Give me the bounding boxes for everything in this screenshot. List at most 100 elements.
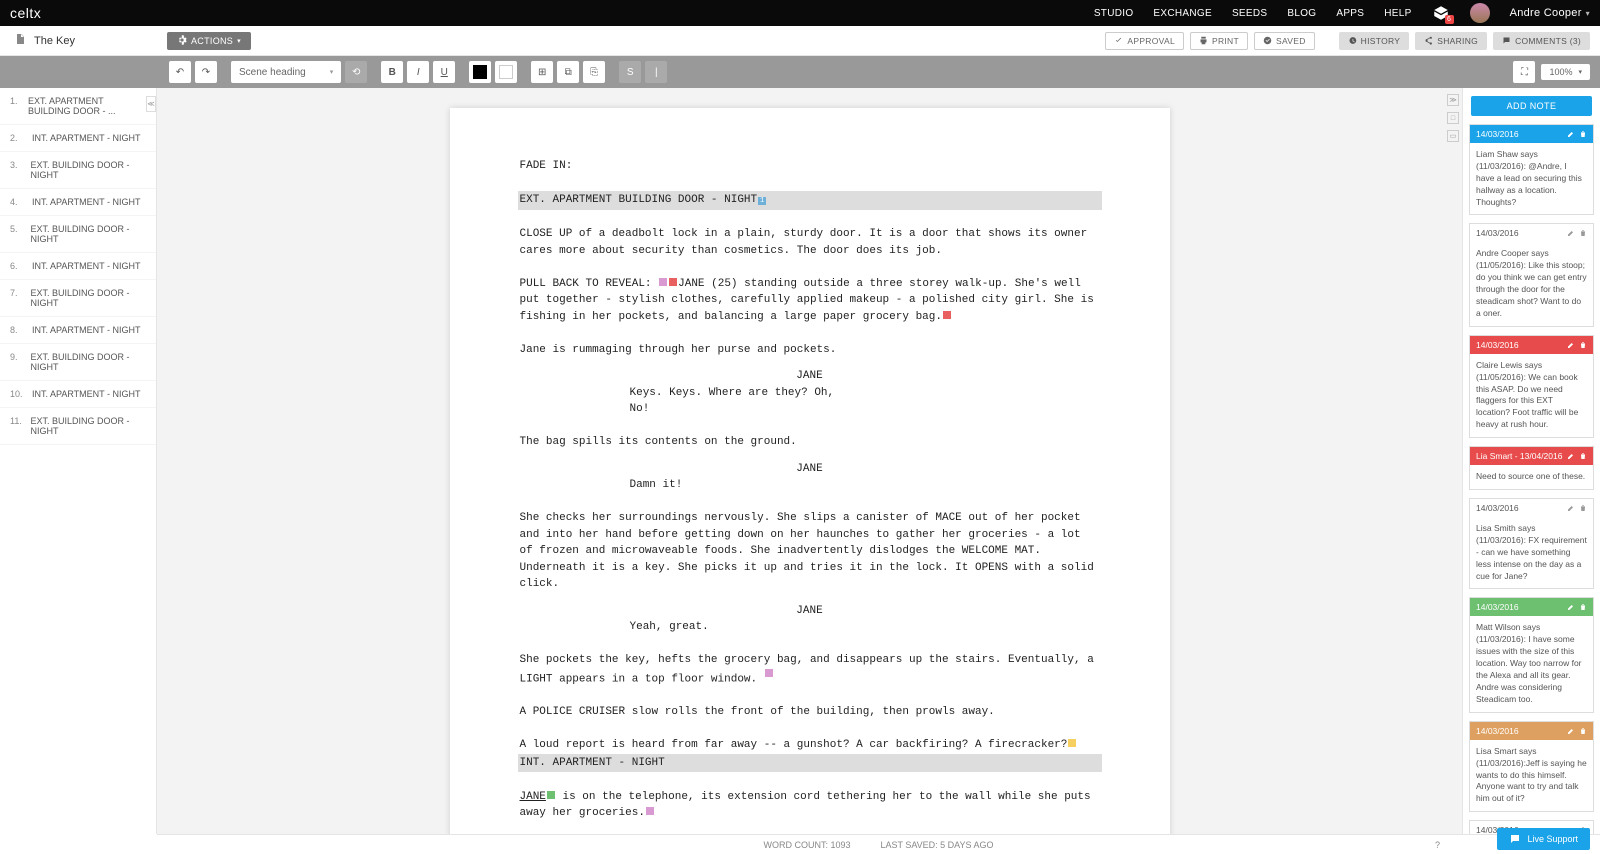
comments-icon[interactable]: ▭ bbox=[1447, 130, 1459, 142]
nav-exchange[interactable]: EXCHANGE bbox=[1153, 8, 1212, 19]
note-marker-icon[interactable]: 1 bbox=[758, 197, 766, 205]
bg-color-button[interactable] bbox=[495, 61, 517, 83]
underline-button[interactable]: U bbox=[433, 61, 455, 83]
note-body: Matt Wilson says (11/03/2016): I have so… bbox=[1470, 616, 1593, 711]
edit-icon[interactable] bbox=[1567, 341, 1575, 349]
zoom-select[interactable]: 100% bbox=[1541, 64, 1590, 80]
format-select[interactable]: Scene heading bbox=[231, 61, 341, 83]
saved-indicator[interactable]: SAVED bbox=[1254, 32, 1315, 50]
insert-button[interactable]: | bbox=[645, 61, 667, 83]
text-color-button[interactable] bbox=[469, 61, 491, 83]
scene-item[interactable]: 10.INT. APARTMENT - NIGHT bbox=[0, 381, 156, 408]
note-card[interactable]: 14/03/2016Lisa Smith says (11/03/2016): … bbox=[1469, 498, 1594, 589]
nav-studio[interactable]: STUDIO bbox=[1094, 8, 1134, 19]
nav-apps[interactable]: APPS bbox=[1336, 8, 1364, 19]
note-body: Liam Shaw says (11/03/2016): @Andre, I h… bbox=[1470, 143, 1593, 214]
scene-item[interactable]: 11.EXT. BUILDING DOOR - NIGHT bbox=[0, 408, 156, 445]
revision-marker-icon bbox=[943, 311, 951, 319]
scene-item[interactable]: 2.INT. APARTMENT - NIGHT bbox=[0, 125, 156, 152]
notes-panel: ADD NOTE 14/03/2016 Liam Shaw says (11/03… bbox=[1462, 88, 1600, 834]
note-body: Andre Cooper says (11/05/2016): Like thi… bbox=[1470, 242, 1593, 325]
scene-item[interactable]: 8.INT. APARTMENT - NIGHT bbox=[0, 317, 156, 344]
edit-icon[interactable] bbox=[1567, 603, 1575, 611]
status-bar: WORD COUNT: 1093 LAST SAVED: 5 DAYS AGO … bbox=[157, 834, 1600, 854]
scene-number: 8. bbox=[10, 325, 24, 335]
actions-button[interactable]: ACTIONS bbox=[167, 32, 251, 50]
undo-button[interactable]: ↶ bbox=[169, 61, 191, 83]
notes-icon[interactable]: □ bbox=[1447, 112, 1459, 124]
scene-number: 5. bbox=[10, 224, 22, 244]
note-body: Claire Lewis says (11/05/2016): We can b… bbox=[1470, 354, 1593, 437]
comments-button[interactable]: COMMENTS (3) bbox=[1493, 32, 1590, 50]
delete-icon[interactable] bbox=[1579, 727, 1587, 735]
scene-item[interactable]: 9.EXT. BUILDING DOOR - NIGHT bbox=[0, 344, 156, 381]
italic-button[interactable]: I bbox=[407, 61, 429, 83]
redo-button[interactable]: ↷ bbox=[195, 61, 217, 83]
brand-logo[interactable]: celtx bbox=[10, 5, 41, 21]
avatar[interactable] bbox=[1470, 3, 1490, 23]
user-menu[interactable]: Andre Cooper bbox=[1510, 7, 1590, 19]
script-page[interactable]: FADE IN: EXT. APARTMENT BUILDING DOOR - … bbox=[450, 108, 1170, 834]
note-card[interactable]: 14/03/2016Claire Lewis says (11/05/2016)… bbox=[1469, 335, 1594, 438]
action: PULL BACK TO REVEAL: JANE (25) standing … bbox=[520, 276, 1100, 326]
sharing-button[interactable]: SHARING bbox=[1415, 32, 1487, 50]
note-body: Lisa Smart says (11/03/2016):Jeff is say… bbox=[1470, 740, 1593, 811]
nav-blog[interactable]: BLOG bbox=[1287, 8, 1316, 19]
history-button[interactable]: HISTORY bbox=[1339, 32, 1410, 50]
delete-icon[interactable] bbox=[1579, 603, 1587, 611]
note-card[interactable]: 14/03/2016Andre Cooper says (11/05/2016)… bbox=[1469, 223, 1594, 326]
scene-item[interactable]: 1.EXT. APARTMENT BUILDING DOOR - ... bbox=[0, 88, 156, 125]
delete-icon[interactable] bbox=[1579, 504, 1587, 512]
title-row: The Key ACTIONS APPROVAL PRINT SAVED HIS… bbox=[0, 26, 1600, 56]
note-card[interactable]: Lia Smart - 13/04/2016Need to source one… bbox=[1469, 446, 1594, 490]
dual-dialog-button[interactable]: ⊞ bbox=[531, 61, 553, 83]
script-editor[interactable]: FADE IN: EXT. APARTMENT BUILDING DOOR - … bbox=[157, 88, 1462, 834]
paste-button[interactable]: ⎘ bbox=[583, 61, 605, 83]
notes-list[interactable]: 14/03/2016 Liam Shaw says (11/03/2016): @… bbox=[1463, 124, 1600, 834]
add-note-button[interactable]: ADD NOTE bbox=[1471, 96, 1592, 116]
notifications-icon[interactable]: 6 bbox=[1432, 4, 1450, 22]
copy-button[interactable]: ⧉ bbox=[557, 61, 579, 83]
character: JANE bbox=[520, 368, 1100, 385]
scene-title: INT. APARTMENT - NIGHT bbox=[32, 133, 141, 143]
scene-heading: INT. APARTMENT - NIGHT bbox=[518, 754, 1102, 773]
scene-title: EXT. BUILDING DOOR - NIGHT bbox=[30, 288, 146, 308]
nav-help[interactable]: HELP bbox=[1384, 8, 1411, 19]
revision-marker-icon bbox=[646, 807, 654, 815]
edit-icon[interactable] bbox=[1567, 130, 1575, 138]
edit-icon[interactable] bbox=[1567, 229, 1575, 237]
nav-seeds[interactable]: SEEDS bbox=[1232, 8, 1267, 19]
edit-icon[interactable] bbox=[1567, 452, 1575, 460]
scene-item[interactable]: 4.INT. APARTMENT - NIGHT bbox=[0, 189, 156, 216]
last-saved: LAST SAVED: 5 DAYS AGO bbox=[880, 840, 993, 850]
approval-button[interactable]: APPROVAL bbox=[1105, 32, 1184, 50]
note-card[interactable]: 14/03/2016Matt Wilson says (11/03/2016):… bbox=[1469, 597, 1594, 712]
delete-icon[interactable] bbox=[1579, 452, 1587, 460]
action: She pockets the key, hefts the grocery b… bbox=[520, 652, 1100, 688]
delete-icon[interactable] bbox=[1579, 341, 1587, 349]
bold-button[interactable]: B bbox=[381, 61, 403, 83]
delete-icon[interactable] bbox=[1579, 229, 1587, 237]
note-header: 14/03/2016 bbox=[1470, 722, 1593, 740]
expand-notes-button[interactable]: ≫ bbox=[1447, 94, 1459, 106]
direction-button[interactable]: ⟲ bbox=[345, 61, 367, 83]
actions-bar: ACTIONS APPROVAL PRINT SAVED HISTORY SHA… bbox=[157, 32, 1600, 50]
action: A loud report is heard from far away -- … bbox=[520, 737, 1100, 754]
scene-item[interactable]: 6.INT. APARTMENT - NIGHT bbox=[0, 253, 156, 280]
note-date: Lia Smart - 13/04/2016 bbox=[1476, 451, 1563, 461]
edit-icon[interactable] bbox=[1567, 727, 1575, 735]
note-card[interactable]: 14/03/2016Liam Shaw says (11/03/2016): @… bbox=[1469, 124, 1594, 215]
edit-icon[interactable] bbox=[1567, 504, 1575, 512]
collapse-sidebar-button[interactable]: ≪ bbox=[146, 96, 156, 112]
scene-item[interactable]: 3.EXT. BUILDING DOOR - NIGHT bbox=[0, 152, 156, 189]
strikethrough-button[interactable]: S bbox=[619, 61, 641, 83]
live-support-button[interactable]: Live Support bbox=[1497, 828, 1590, 850]
fullscreen-button[interactable]: ⛶ bbox=[1513, 61, 1535, 83]
project-title[interactable]: The Key bbox=[34, 35, 75, 47]
note-card[interactable]: 14/03/2016Lisa Smart says (11/03/2016):J… bbox=[1469, 721, 1594, 812]
scene-item[interactable]: 7.EXT. BUILDING DOOR - NIGHT bbox=[0, 280, 156, 317]
print-button[interactable]: PRINT bbox=[1190, 32, 1248, 50]
note-header: 14/03/2016 bbox=[1470, 224, 1593, 242]
scene-item[interactable]: 5.EXT. BUILDING DOOR - NIGHT bbox=[0, 216, 156, 253]
delete-icon[interactable] bbox=[1579, 130, 1587, 138]
